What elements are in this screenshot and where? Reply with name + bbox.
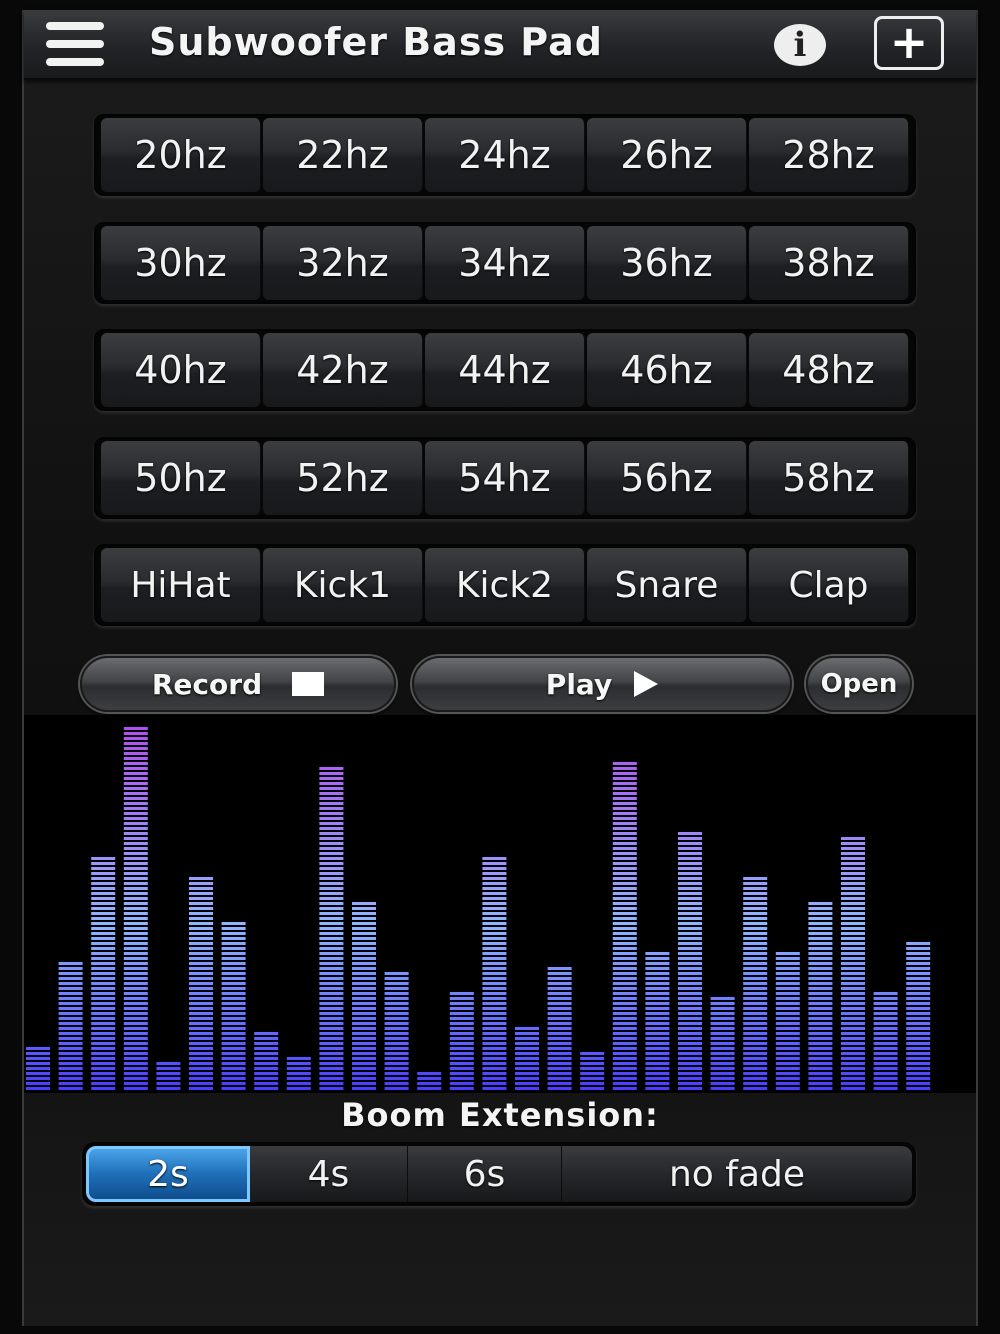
equalizer-bar [384,972,409,1090]
pad-54hz[interactable]: 54hz [425,441,585,515]
app-window: Subwoofer Bass Pad i + 20hz 22hz 24hz 26… [22,10,978,1326]
pad-36hz[interactable]: 36hz [587,226,747,300]
equalizer-bar [906,942,931,1090]
pad-38hz[interactable]: 38hz [749,226,909,300]
equalizer-bar [580,1052,605,1090]
sound-pad-row: HiHat Kick1 Kick2 Snare Clap [94,544,916,626]
app-title: Subwoofer Bass Pad [149,20,603,64]
pad-20hz[interactable]: 20hz [101,118,261,192]
pad-row-50hz: 50hz 52hz 54hz 56hz 58hz [94,437,916,519]
equalizer-bar [775,952,800,1090]
equalizer-bar [449,992,474,1090]
equalizer-bar [482,857,507,1090]
pad-clap[interactable]: Clap [749,548,909,622]
pad-30hz[interactable]: 30hz [101,226,261,300]
equalizer-visualizer [24,715,976,1093]
info-icon[interactable]: i [774,24,826,66]
equalizer-bar [91,857,116,1090]
equalizer-bar [417,1072,442,1090]
equalizer-bar [286,1057,311,1090]
pad-kick1[interactable]: Kick1 [263,548,423,622]
pad-50hz[interactable]: 50hz [101,441,261,515]
pad-52hz[interactable]: 52hz [263,441,423,515]
equalizer-bar [352,902,376,1090]
pad-40hz[interactable]: 40hz [101,333,261,407]
equalizer-bar [123,727,148,1090]
hamburger-icon[interactable] [46,20,106,68]
equalizer-bar [841,837,865,1090]
equalizer-bar [189,877,213,1090]
play-label: Play [545,667,613,701]
pad-26hz[interactable]: 26hz [587,118,747,192]
boom-option-4s[interactable]: 4s [250,1146,408,1202]
pad-28hz[interactable]: 28hz [749,118,909,192]
boom-extension-label: Boom Extension: [341,1096,659,1134]
pad-32hz[interactable]: 32hz [263,226,423,300]
record-label: Record [151,667,263,701]
plus-icon[interactable]: + [874,16,944,70]
pad-34hz[interactable]: 34hz [425,226,585,300]
equalizer-bar [743,877,768,1090]
pad-kick2[interactable]: Kick2 [425,548,585,622]
pad-row-20hz: 20hz 22hz 24hz 26hz 28hz [94,114,916,196]
boom-extension-selector: 2s 4s 6s no fade [82,1142,916,1206]
equalizer-bar [515,1027,539,1090]
equalizer-bar [710,997,735,1090]
play-button[interactable]: Play [412,656,792,712]
equalizer-bar [678,832,702,1090]
boom-option-6s[interactable]: 6s [408,1146,562,1202]
equalizer-bar [645,952,670,1090]
open-label: Open [820,669,898,699]
open-button[interactable]: Open [806,656,912,712]
equalizer-bar [156,1062,181,1090]
equalizer-bar [547,967,572,1090]
pad-48hz[interactable]: 48hz [749,333,909,407]
pad-56hz[interactable]: 56hz [587,441,747,515]
record-button[interactable]: Record [80,656,396,712]
equalizer-bar [221,922,246,1090]
pad-42hz[interactable]: 42hz [263,333,423,407]
equalizer-bar [26,1047,50,1090]
pad-row-40hz: 40hz 42hz 44hz 46hz 48hz [94,329,916,411]
pad-snare[interactable]: Snare [587,548,747,622]
equalizer-bar [808,902,833,1090]
pad-46hz[interactable]: 46hz [587,333,747,407]
play-triangle-icon [634,671,659,697]
equalizer-svg [26,727,931,1090]
pad-58hz[interactable]: 58hz [749,441,909,515]
pad-24hz[interactable]: 24hz [425,118,585,192]
pad-22hz[interactable]: 22hz [263,118,423,192]
pad-hihat[interactable]: HiHat [101,548,261,622]
boom-option-no-fade[interactable]: no fade [562,1146,912,1202]
equalizer-bar [873,992,898,1090]
stop-square-icon [292,672,325,696]
equalizer-bar [319,767,344,1090]
pad-row-30hz: 30hz 32hz 34hz 36hz 38hz [94,222,916,304]
boom-option-2s[interactable]: 2s [86,1146,250,1202]
pad-44hz[interactable]: 44hz [425,333,585,407]
equalizer-bar [254,1032,279,1090]
equalizer-bar [612,762,637,1090]
equalizer-bar [58,962,83,1090]
header-bar: Subwoofer Bass Pad i + [24,10,976,80]
